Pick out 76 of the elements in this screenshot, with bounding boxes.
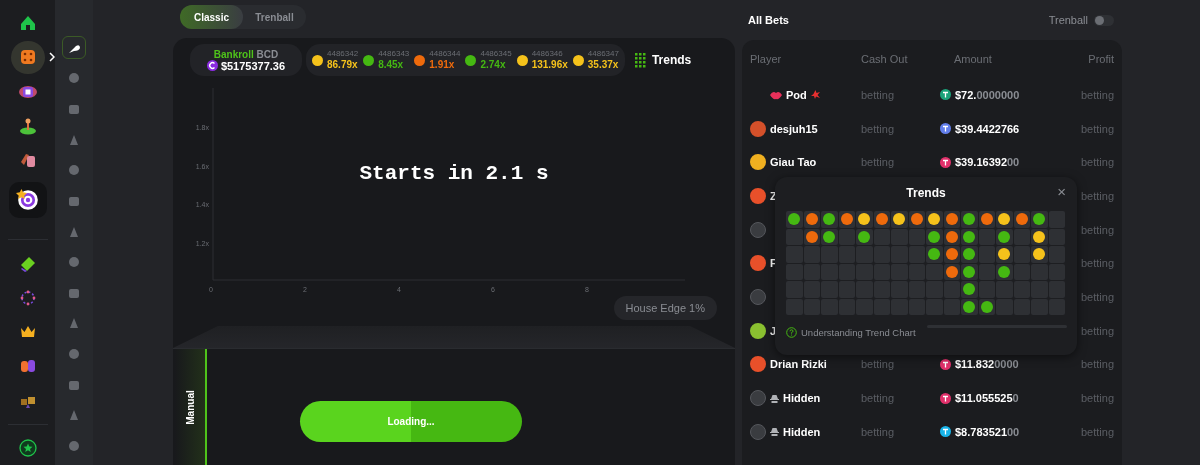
round-id: 4486342	[327, 49, 359, 59]
column-header: Amount	[953, 53, 993, 65]
bankroll-value: $5175377.36	[220, 59, 286, 72]
amount-value: $11.8320000	[955, 358, 1019, 371]
round-id: 4486345	[480, 49, 512, 59]
grid-icon	[634, 52, 646, 68]
player-name: Hidden	[783, 425, 821, 438]
profit-cell-text: betting	[1079, 156, 1114, 169]
amount-value: $72.0000000	[955, 88, 1020, 101]
toggle-label: Trenball	[1048, 14, 1088, 26]
hat-icon	[770, 393, 779, 403]
star-badge-icon	[17, 437, 38, 458]
player-name: Pod	[786, 88, 807, 101]
amount-value: $39.4422766	[955, 122, 1020, 135]
game-item[interactable]	[62, 36, 86, 60]
player-name: Hidden	[783, 392, 821, 405]
target-icon	[15, 188, 40, 213]
profit-cell-text: betting	[1079, 189, 1114, 202]
cash-out-cell-text: betting	[860, 358, 896, 371]
amount-value: $11.0555250	[955, 392, 1019, 405]
column-header: Profit	[1087, 53, 1114, 65]
multiplier: 2.74x	[480, 59, 507, 71]
amount-value: $39.1639200	[955, 156, 1020, 169]
trends-button[interactable]: Trends	[634, 52, 692, 68]
avatar	[750, 390, 766, 407]
cash-out-cell-text: betting	[860, 88, 896, 101]
cash-out-cell-text: betting	[860, 156, 896, 169]
mode-tab[interactable]: Trenball	[243, 5, 306, 29]
hat-icon	[770, 427, 779, 437]
amount-value: $8.78352100	[955, 425, 1020, 438]
nav-item[interactable]	[8, 182, 47, 219]
player-name: Drian Rizki	[770, 358, 827, 371]
profit-cell-text: betting	[1079, 88, 1114, 101]
player-name: desjuh15	[770, 122, 818, 135]
countdown-text: Starts in 2.1 s	[358, 162, 550, 185]
round-id: 4486344	[429, 49, 461, 59]
coin-icon	[206, 60, 218, 71]
profit-cell-text: betting	[1079, 223, 1114, 236]
round-id: 4486346	[531, 49, 564, 59]
profit-cell-text: betting	[1079, 324, 1114, 337]
chevron-icon	[48, 52, 55, 63]
cash-out-cell-text: betting	[860, 425, 896, 438]
column-header: Player	[750, 53, 783, 65]
close-button[interactable]: ×	[1057, 185, 1066, 199]
multiplier: 86.79x	[327, 59, 359, 71]
cash-out-cell-text: betting	[860, 122, 896, 135]
round-id: 4486347	[587, 49, 619, 59]
avatar	[750, 423, 766, 440]
bankroll-label: Bankroll BCD	[213, 48, 279, 60]
profit-cell-text: betting	[1079, 122, 1114, 135]
help-icon	[786, 327, 797, 338]
mode-tab[interactable]: Classic	[180, 5, 243, 29]
help-link[interactable]: Understanding Trend Chart	[786, 327, 916, 338]
multiplier: 1.91x	[429, 59, 456, 71]
profit-cell-text: betting	[1079, 392, 1114, 405]
round-id: 4486343	[378, 49, 410, 59]
section-title: All Bets	[748, 14, 789, 26]
player-name: Giau Tao	[770, 156, 817, 169]
column-header: Cash Out	[860, 53, 909, 65]
multiplier: 35.37x	[587, 59, 619, 71]
avatar	[750, 288, 766, 305]
popup-title: Trends	[906, 186, 946, 200]
profit-cell-text: betting	[1079, 358, 1114, 371]
multiplier: 131.96x	[531, 59, 568, 71]
multiplier: 8.45x	[378, 59, 405, 71]
lips-icon	[770, 89, 782, 100]
profit-cell-text: betting	[1079, 290, 1114, 303]
avatar	[750, 221, 766, 238]
joystick-icon	[17, 116, 38, 136]
house-edge-badge: House Edge 1%	[613, 296, 717, 320]
profit-cell-text: betting	[1079, 425, 1114, 438]
toggle-switch[interactable]	[1094, 14, 1114, 26]
player-name: J	[770, 324, 777, 337]
spark-icon	[810, 90, 820, 100]
cash-out-cell-text: betting	[860, 392, 896, 405]
profit-cell-text: betting	[1079, 257, 1114, 270]
